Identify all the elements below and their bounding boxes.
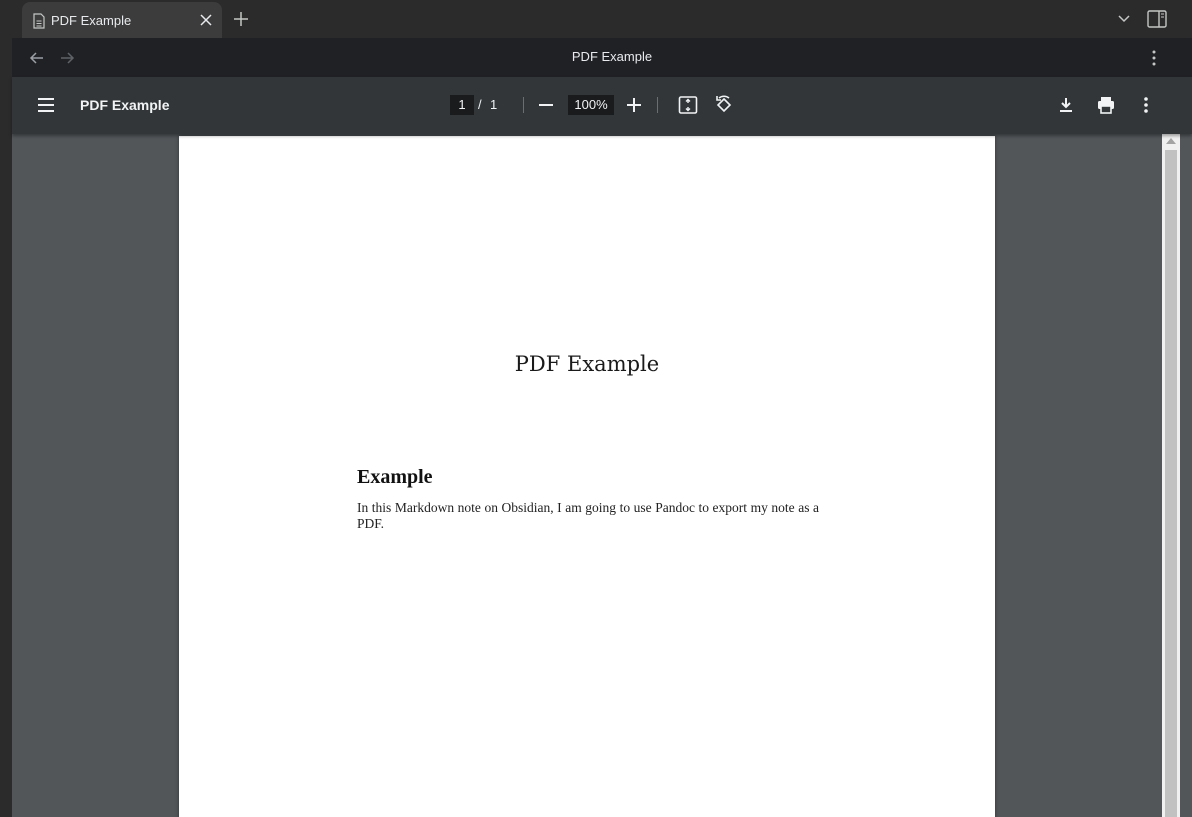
tab-strip: PDF Example [0,0,1192,38]
fit-to-page-icon[interactable] [678,95,698,115]
toolbar-divider [657,97,658,113]
side-panel-icon[interactable] [1147,10,1167,28]
tab-search-chevron-icon[interactable] [1116,11,1132,27]
page-heading: PDF Example [571,49,653,64]
new-tab-icon[interactable] [231,9,251,29]
page-total: 1 [490,97,498,112]
zoom-out-icon[interactable] [538,95,554,115]
pdf-paragraph: In this Markdown note on Obsidian, I am … [357,500,819,531]
download-icon[interactable] [1056,95,1076,115]
scroll-up-arrow-icon[interactable] [1166,138,1176,144]
pdf-toolbar: PDF Example 1 / 1 100% [12,77,1192,134]
document-icon [32,13,46,29]
rotate-icon[interactable] [714,95,734,115]
more-options-icon[interactable] [1140,95,1152,115]
toolbar-divider [523,97,524,113]
browser-header: PDF Example [12,38,1192,77]
pdf-heading: Example [357,466,433,488]
kebab-menu-icon[interactable] [1148,49,1160,67]
scrollbar-thumb[interactable] [1165,150,1177,817]
zoom-in-icon[interactable] [626,95,642,115]
pdf-title: PDF Example [514,352,660,376]
hamburger-menu-icon[interactable] [36,96,56,114]
zoom-level-input[interactable]: 100% [568,95,614,115]
browser-tab[interactable]: PDF Example [22,2,222,38]
pdf-viewer: PDF Example Example In this Markdown not… [12,134,1192,817]
document-title: PDF Example [80,97,170,113]
page-number-input[interactable]: 1 [450,95,474,115]
vertical-scrollbar[interactable] [1162,134,1180,817]
close-icon[interactable] [198,12,214,28]
pdf-page: PDF Example Example In this Markdown not… [179,136,995,817]
tab-title: PDF Example [51,13,132,28]
page-separator: / [478,97,482,112]
print-icon[interactable] [1096,95,1116,115]
